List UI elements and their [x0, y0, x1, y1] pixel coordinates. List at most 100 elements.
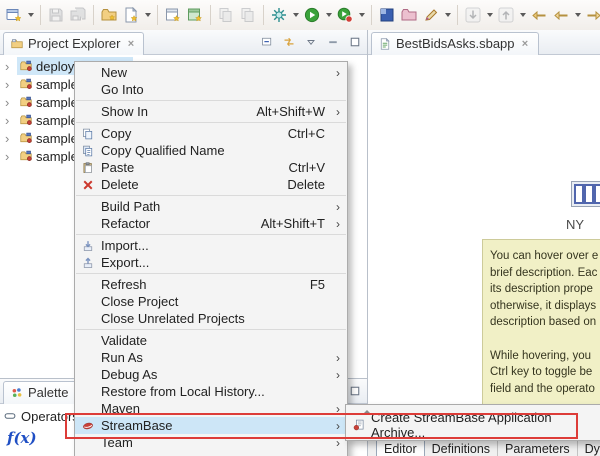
tree-item-label: sample	[36, 95, 78, 110]
run-dropdown-caret[interactable]	[324, 6, 333, 24]
menu-item-paste[interactable]: PasteCtrl+V	[75, 159, 347, 176]
new-dropdown-caret[interactable]	[26, 6, 35, 24]
menu-item-close-project[interactable]: Close Project	[75, 293, 347, 310]
streambase-project-icon	[20, 114, 32, 126]
menu-item-import[interactable]: Import...	[75, 237, 347, 254]
submenu-arrow-icon	[336, 215, 340, 232]
collapse-all-icon[interactable]	[259, 34, 275, 50]
create-archive-icon	[346, 419, 371, 431]
run-icon[interactable]	[302, 5, 322, 25]
tab-editor[interactable]: Editor	[376, 440, 425, 456]
menu-separator	[76, 100, 346, 101]
expand-chevron-icon[interactable]	[5, 96, 17, 109]
expand-chevron-icon[interactable]	[5, 150, 17, 163]
expand-chevron-icon[interactable]	[5, 60, 17, 73]
menu-item-validate[interactable]: Validate	[75, 332, 347, 349]
tab-definitions[interactable]: Definitions	[425, 440, 498, 456]
forward-icon[interactable]	[584, 5, 600, 25]
note-line: otherwise, it displays	[490, 298, 600, 315]
back-icon[interactable]	[551, 5, 571, 25]
streambase-submenu: Create StreamBase Application Archive...	[345, 404, 600, 441]
new-file-dropdown-caret[interactable]	[143, 6, 152, 24]
new-project-icon[interactable]	[163, 5, 183, 25]
menu-item-build-path[interactable]: Build Path	[75, 198, 347, 215]
toolbar-separator	[210, 5, 211, 25]
tab-parameters[interactable]: Parameters	[498, 440, 578, 456]
submenu-arrow-icon	[336, 64, 340, 81]
next-annotation-icon[interactable]	[463, 5, 483, 25]
link-with-editor-icon[interactable]	[281, 34, 297, 50]
streambase-project-icon	[20, 132, 32, 144]
back-dropdown-caret[interactable]	[573, 6, 582, 24]
menu-item-streambase[interactable]: StreamBase	[75, 417, 347, 434]
profile-icon[interactable]	[335, 5, 355, 25]
close-icon[interactable]	[520, 38, 531, 49]
expand-chevron-icon[interactable]	[5, 114, 17, 127]
menu-item-debug-as[interactable]: Debug As	[75, 366, 347, 383]
menu-item-new[interactable]: New	[75, 64, 347, 81]
menu-item-team[interactable]: Team	[75, 434, 347, 451]
operators-drawer-icon	[4, 410, 16, 422]
maximize-icon[interactable]	[347, 34, 363, 50]
menu-item-close-unrelated-projects[interactable]: Close Unrelated Projects	[75, 310, 347, 327]
view-menu-icon[interactable]	[303, 34, 319, 50]
studio-perspective-icon[interactable]	[377, 5, 397, 25]
menu-item-delete[interactable]: DeleteDelete	[75, 176, 347, 193]
input-stream-component[interactable]	[571, 181, 600, 207]
next-annotation-caret[interactable]	[485, 6, 494, 24]
annotate-dropdown-caret[interactable]	[443, 6, 452, 24]
streambase-studio-window: Project Explorer deploy_bestbids sample	[0, 0, 600, 456]
menu-item-show-in[interactable]: Show InAlt+Shift+W	[75, 103, 347, 120]
annotate-pen-icon[interactable]	[421, 5, 441, 25]
note-line: While hovering, you	[490, 348, 600, 365]
save-icon[interactable]	[46, 5, 66, 25]
menu-item-refactor[interactable]: RefactorAlt+Shift+T	[75, 215, 347, 232]
tab-dynamic-variables[interactable]: Dynamic V	[578, 440, 600, 456]
streambase-project-icon	[20, 150, 32, 162]
menu-separator	[76, 234, 346, 235]
new-test-icon[interactable]	[185, 5, 205, 25]
menu-item-maven[interactable]: Maven	[75, 400, 347, 417]
submenu-arrow-icon	[336, 400, 340, 417]
tab-bestbidsasks[interactable]: BestBidsAsks.sbapp	[371, 32, 539, 55]
minimize-icon[interactable]	[325, 34, 341, 50]
sbapp-file-icon	[379, 38, 391, 50]
maximize-icon[interactable]	[347, 383, 363, 399]
close-icon[interactable]	[125, 38, 136, 49]
tree-item-label: sample	[36, 131, 78, 146]
editor-tab-bar: BestBidsAsks.sbapp	[368, 30, 600, 55]
menu-item-run-as[interactable]: Run As	[75, 349, 347, 366]
note-line: field and the operato	[490, 381, 600, 398]
tab-project-explorer[interactable]: Project Explorer	[3, 32, 144, 55]
new-file-icon[interactable]	[121, 5, 141, 25]
last-edit-location-icon[interactable]	[529, 5, 549, 25]
save-all-icon[interactable]	[68, 5, 88, 25]
prev-annotation-icon[interactable]	[496, 5, 516, 25]
function-operator-icon[interactable]: f(x)	[7, 429, 37, 447]
copy-disabled-icon[interactable]	[216, 5, 236, 25]
paste-icon	[75, 162, 101, 174]
menu-item-export[interactable]: Export...	[75, 254, 347, 271]
expand-chevron-icon[interactable]	[5, 132, 17, 145]
note-line: You can hover over e	[490, 248, 600, 265]
copy-icon	[75, 128, 101, 140]
note-line: description based on	[490, 314, 600, 331]
menu-item-go-into[interactable]: Go Into	[75, 81, 347, 98]
new-wizard-icon[interactable]	[4, 5, 24, 25]
debug-icon[interactable]	[269, 5, 289, 25]
open-folder-pink-icon[interactable]	[399, 5, 419, 25]
expand-chevron-icon[interactable]	[5, 78, 17, 91]
profile-dropdown-caret[interactable]	[357, 6, 366, 24]
submenu-arrow-icon	[336, 349, 340, 366]
menu-item-create-streambase-application-archive[interactable]: Create StreamBase Application Archive...	[346, 414, 600, 436]
prev-annotation-caret[interactable]	[518, 6, 527, 24]
debug-dropdown-caret[interactable]	[291, 6, 300, 24]
open-import-icon[interactable]	[99, 5, 119, 25]
menu-item-copy[interactable]: CopyCtrl+C	[75, 125, 347, 142]
menu-item-copy-qualified-name[interactable]: Copy Qualified Name	[75, 142, 347, 159]
menu-item-refresh[interactable]: RefreshF5	[75, 276, 347, 293]
toolbar-separator	[371, 5, 372, 25]
submenu-arrow-icon	[336, 366, 340, 383]
menu-item-restore-from-local-history[interactable]: Restore from Local History...	[75, 383, 347, 400]
copy-disabled-icon-2[interactable]	[238, 5, 258, 25]
